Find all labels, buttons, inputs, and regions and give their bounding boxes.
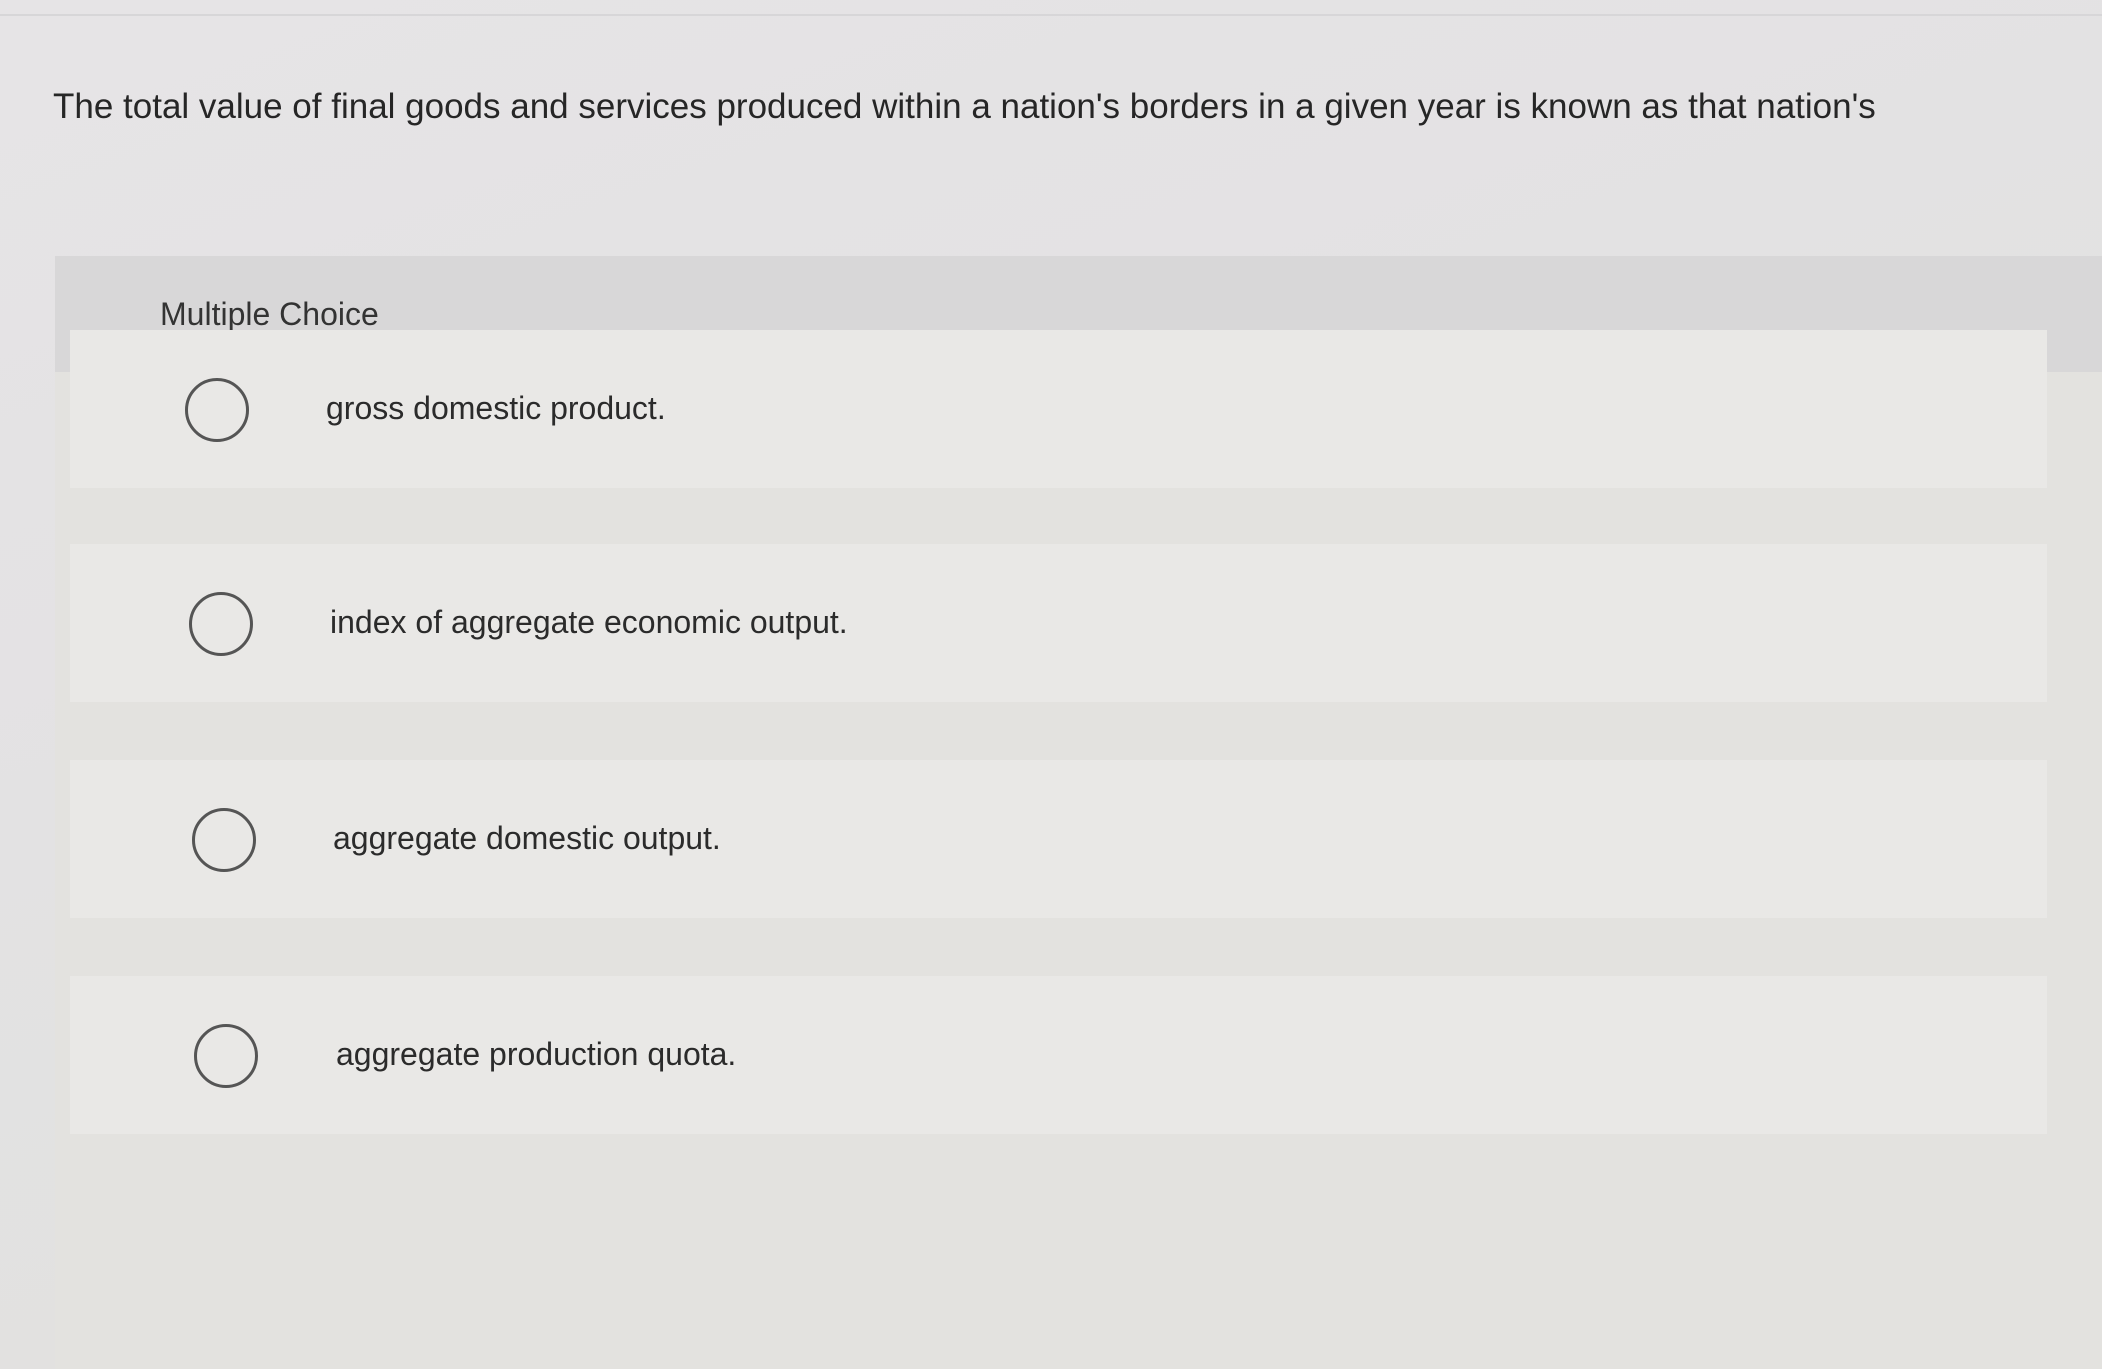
- radio-unselected-icon[interactable]: [194, 1024, 258, 1088]
- answer-option-label[interactable]: gross domestic product.: [326, 386, 666, 430]
- answer-option[interactable]: aggregate production quota.: [70, 976, 2047, 1134]
- answer-option[interactable]: index of aggregate economic output.: [70, 544, 2047, 702]
- answer-option-label[interactable]: aggregate domestic output.: [333, 816, 721, 860]
- answer-option[interactable]: gross domestic product.: [70, 330, 2047, 488]
- answer-option[interactable]: aggregate domestic output.: [70, 760, 2047, 918]
- top-divider: [0, 14, 2102, 16]
- radio-unselected-icon[interactable]: [192, 808, 256, 872]
- question-text: The total value of final goods and servi…: [53, 87, 1876, 126]
- radio-unselected-icon[interactable]: [189, 592, 253, 656]
- answer-option-label[interactable]: index of aggregate economic output.: [330, 600, 848, 644]
- answer-option-label[interactable]: aggregate production quota.: [336, 1032, 736, 1076]
- radio-unselected-icon[interactable]: [185, 378, 249, 442]
